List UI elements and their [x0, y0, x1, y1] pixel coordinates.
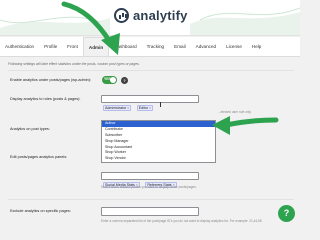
dropdown-option-shop-vendor[interactable]: Shop Vendor	[102, 156, 215, 162]
admin-settings-panel: Following settings will take effect stat…	[0, 57, 300, 227]
plugin-banner: analytify	[0, 0, 300, 36]
tab-email[interactable]: Email	[169, 37, 191, 56]
text-cursor	[159, 102, 161, 108]
roles-label: Display analytics to roles (posts & page…	[10, 97, 81, 101]
role-chip-editor[interactable]: Editor×	[136, 105, 154, 111]
tab-tracking[interactable]: Tracking	[142, 37, 169, 56]
enable-analytics-label: Enable analytics under posts/pages (wp-a…	[10, 78, 92, 82]
tab-help[interactable]: Help	[247, 37, 266, 56]
exclude-description: Enter a comma separated list of the post…	[101, 219, 262, 223]
roles-dropdown-list: Author Contributor Subscriber Shop Manag…	[101, 120, 216, 164]
brand-name: analytify	[133, 8, 188, 23]
role-chip-administrator[interactable]: Administrator×	[103, 105, 132, 111]
tab-license[interactable]: License	[221, 37, 247, 56]
settings-tab-bar: Authentication Profile Front Admin Dashb…	[0, 37, 300, 57]
enable-analytics-toggle[interactable]: YES	[102, 76, 117, 84]
tab-authentication[interactable]: Authentication	[0, 37, 39, 56]
toggle-knob	[110, 77, 116, 83]
divider	[8, 70, 294, 71]
panels-description: Select which statistic panels you want t…	[101, 185, 197, 189]
panels-select[interactable]: Social Media Stats× Referrers Stats×	[101, 172, 199, 188]
green-arrow-icon	[61, 1, 120, 55]
green-arrow-icon	[212, 116, 279, 135]
help-chat-button[interactable]: ?	[278, 205, 295, 222]
post-types-label: Analytics on post types:	[10, 127, 50, 131]
intro-text: Following settings will take effect stat…	[8, 62, 140, 66]
exclude-pages-input[interactable]	[101, 207, 199, 216]
remove-chip-icon[interactable]: ×	[127, 106, 129, 110]
divider	[8, 199, 294, 200]
panels-label: Edit posts/pages analytics panels:	[10, 155, 68, 159]
exclude-label: Exclude analytics on specific pages:	[10, 209, 71, 213]
tab-advanced[interactable]: Advanced	[191, 37, 221, 56]
help-icon[interactable]: ?	[121, 76, 128, 84]
roles-select[interactable]: Administrator× Editor×	[101, 95, 199, 111]
remove-chip-icon[interactable]: ×	[149, 106, 151, 110]
tab-profile[interactable]: Profile	[39, 37, 62, 56]
